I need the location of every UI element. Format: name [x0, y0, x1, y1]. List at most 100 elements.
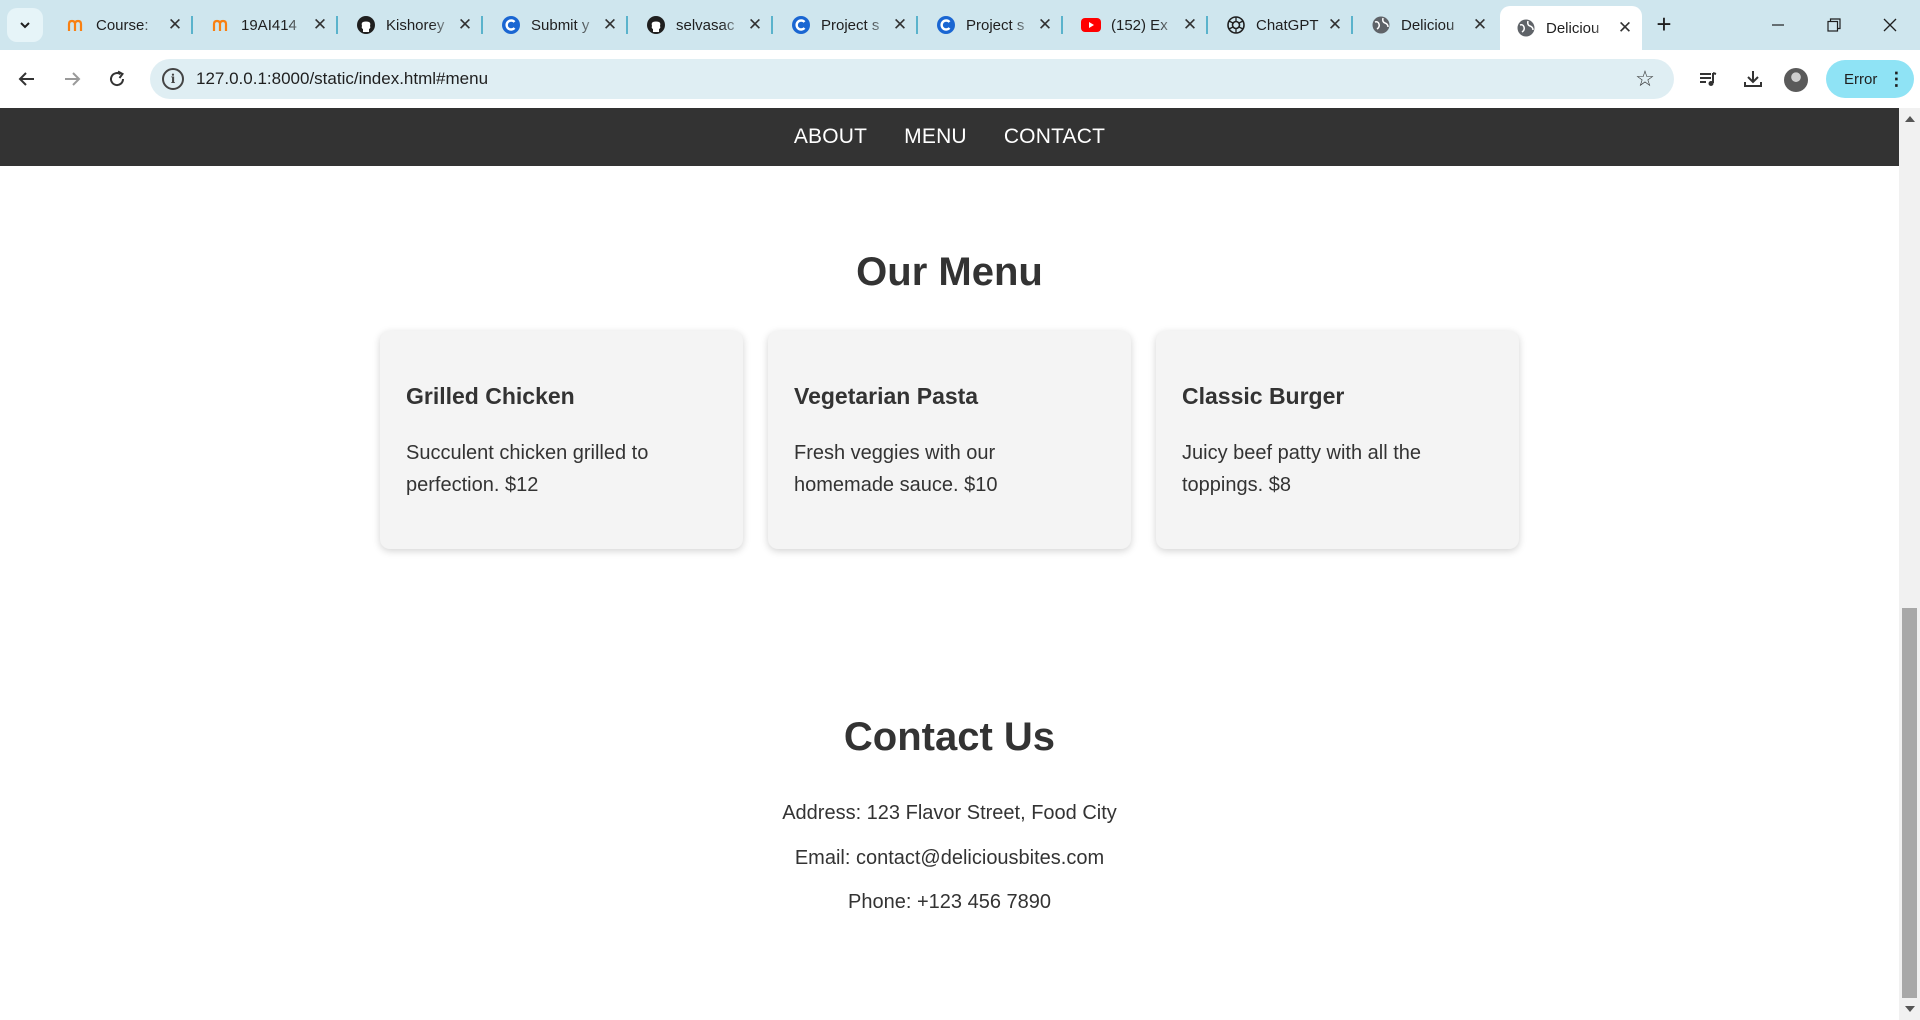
- scrollbar-thumb[interactable]: [1902, 608, 1917, 998]
- contact-address: Address: 123 Flavor Street, Food City: [782, 802, 1117, 824]
- menu-item-name: Classic Burger: [1182, 383, 1345, 409]
- new-tab-button[interactable]: +: [1650, 9, 1678, 39]
- tab-search-button[interactable]: [7, 8, 43, 42]
- close-icon[interactable]: ✕: [746, 15, 764, 34]
- browser-tab[interactable]: Deliciou ✕: [1355, 6, 1497, 44]
- tab-separator: [481, 16, 483, 34]
- active-browser-tab[interactable]: Deliciou ✕: [1500, 6, 1642, 50]
- menu-item-name: Grilled Chicken: [406, 383, 575, 409]
- globe-icon: [1516, 18, 1536, 38]
- globe-icon: [1371, 15, 1391, 35]
- chevron-down-icon: [20, 22, 30, 29]
- menu-item-name: Vegetarian Pasta: [794, 383, 979, 409]
- profile-error-button[interactable]: Error ⋮: [1826, 60, 1914, 98]
- tab-title: Deliciou: [1401, 16, 1455, 34]
- c-icon: [791, 15, 811, 35]
- tab-separator: [1351, 16, 1353, 34]
- menu-section-title: Our Menu: [856, 250, 1043, 294]
- site-info-icon[interactable]: i: [162, 68, 184, 90]
- tab-separator: [626, 16, 628, 34]
- c-icon: [936, 15, 956, 35]
- close-icon[interactable]: ✕: [1181, 15, 1199, 34]
- tab-title: Kishorey: [386, 16, 445, 34]
- site-nav: ABOUT MENU CONTACT: [0, 108, 1899, 166]
- tab-title: 19AI414: [241, 16, 297, 34]
- close-icon[interactable]: ✕: [1616, 18, 1634, 37]
- restore-icon: [1827, 18, 1841, 32]
- c-icon: [501, 15, 521, 35]
- moodle-icon: [66, 15, 86, 35]
- reload-icon: [110, 70, 125, 87]
- close-icon[interactable]: ✕: [891, 15, 909, 34]
- minimize-button[interactable]: [1750, 0, 1806, 50]
- close-window-button[interactable]: [1862, 0, 1918, 50]
- tab-title: Project s: [821, 16, 880, 34]
- page-viewport: ABOUT MENU CONTACT Our Menu Grilled Chic…: [0, 108, 1899, 1020]
- profile-avatar[interactable]: [1784, 68, 1808, 92]
- tab-separator: [1061, 16, 1063, 34]
- browser-toolbar: i 127.0.0.1:8000/static/index.html#menu …: [0, 50, 1920, 108]
- browser-tab[interactable]: Project s ✕: [775, 6, 918, 44]
- restore-button[interactable]: [1806, 0, 1862, 50]
- tab-title: Deliciou: [1546, 19, 1600, 37]
- moodle-icon: [211, 15, 231, 35]
- tab-title: Submit y: [531, 16, 590, 34]
- close-icon[interactable]: ✕: [456, 15, 474, 34]
- tab-separator: [336, 16, 338, 34]
- close-icon[interactable]: ✕: [1036, 15, 1054, 34]
- bookmark-star-icon[interactable]: ☆: [1630, 66, 1660, 92]
- browser-tab[interactable]: Submit y ✕: [485, 6, 628, 44]
- menu-item-description: Juicy beef patty with all the toppings. …: [1182, 442, 1422, 496]
- more-options-icon: ⋮: [1887, 69, 1906, 89]
- tab-title: (152) Ex: [1111, 16, 1168, 34]
- downloads-button[interactable]: [1737, 63, 1769, 95]
- close-icon[interactable]: ✕: [1471, 15, 1489, 34]
- media-control-button[interactable]: [1692, 63, 1724, 95]
- github-icon: [356, 15, 376, 35]
- reload-button[interactable]: [101, 63, 133, 95]
- download-icon: [1744, 71, 1762, 87]
- chatgpt-icon: [1226, 15, 1246, 35]
- playlist-icon: [1700, 72, 1717, 86]
- contact-section-title: Contact Us: [843, 715, 1056, 759]
- page-scrollbar[interactable]: [1899, 108, 1920, 1020]
- browser-tab[interactable]: Project s ✕: [920, 6, 1063, 44]
- browser-tab[interactable]: Kishorey ✕: [340, 6, 483, 44]
- nav-link-contact[interactable]: CONTACT: [1004, 125, 1105, 149]
- nav-link-menu[interactable]: MENU: [904, 125, 967, 149]
- tab-separator: [1206, 16, 1208, 34]
- youtube-icon: [1081, 15, 1101, 35]
- tab-title: Project s: [966, 16, 1025, 34]
- github-icon: [646, 15, 666, 35]
- browser-tab[interactable]: selvasac ✕: [630, 6, 773, 44]
- nav-link-about[interactable]: ABOUT: [794, 125, 867, 149]
- menu-item-description: Fresh veggies with our homemade sauce. $…: [794, 442, 998, 496]
- close-icon[interactable]: ✕: [1326, 15, 1344, 34]
- address-url[interactable]: 127.0.0.1:8000/static/index.html#menu: [196, 69, 1630, 89]
- close-icon[interactable]: ✕: [166, 15, 184, 34]
- close-icon[interactable]: ✕: [311, 15, 329, 34]
- address-bar[interactable]: i 127.0.0.1:8000/static/index.html#menu …: [150, 59, 1674, 99]
- browser-tab[interactable]: 19AI414 ✕: [195, 6, 338, 44]
- arrow-right-icon: [65, 72, 81, 86]
- tab-separator: [191, 16, 193, 34]
- back-button[interactable]: [11, 63, 43, 95]
- profile-status-label: Error: [1844, 70, 1878, 88]
- close-icon: [1883, 18, 1897, 32]
- browser-tab[interactable]: Course: ✕: [50, 6, 193, 44]
- browser-tab[interactable]: (152) Ex ✕: [1065, 6, 1208, 44]
- minimize-icon: [1772, 24, 1784, 26]
- close-icon[interactable]: ✕: [601, 15, 619, 34]
- tab-separator: [916, 16, 918, 34]
- contact-email: Email: contact@deliciousbites.com: [794, 847, 1105, 869]
- forward-button[interactable]: [56, 63, 88, 95]
- scroll-up-arrow-icon[interactable]: [1905, 116, 1915, 122]
- menu-card: Vegetarian Pasta Fresh veggies with our …: [768, 331, 1131, 549]
- menu-card: Grilled Chicken Succulent chicken grille…: [380, 331, 743, 549]
- tab-title: selvasac: [676, 16, 735, 34]
- tab-title: Course:: [96, 16, 149, 34]
- scroll-down-arrow-icon[interactable]: [1905, 1006, 1915, 1012]
- menu-item-description: Succulent chicken grilled to perfection.…: [406, 442, 649, 496]
- browser-tab[interactable]: ChatGPT ✕: [1210, 6, 1353, 44]
- menu-card: Classic Burger Juicy beef patty with all…: [1156, 331, 1519, 549]
